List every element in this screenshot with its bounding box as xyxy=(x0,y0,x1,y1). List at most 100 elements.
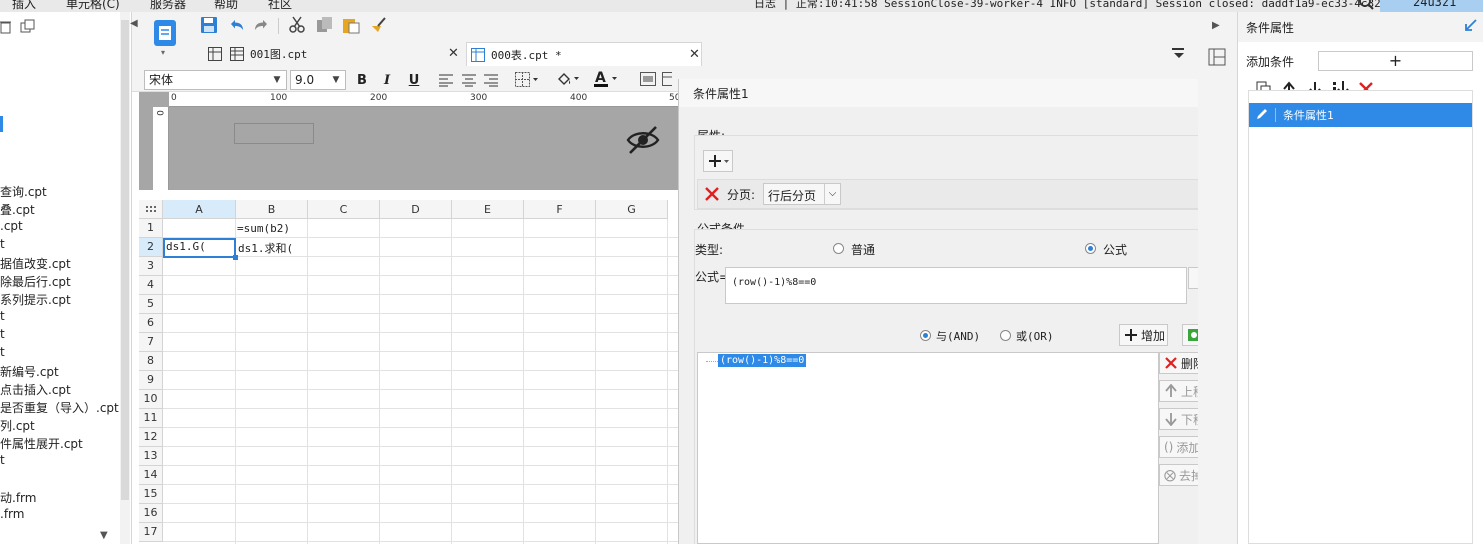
border-icon[interactable] xyxy=(515,72,539,88)
row-header[interactable]: 2 xyxy=(139,238,163,257)
row-header[interactable]: 13 xyxy=(139,447,163,466)
menu-insert[interactable]: 插入 xyxy=(12,0,36,12)
row-header[interactable]: 4 xyxy=(139,276,163,295)
row-header[interactable]: 1 xyxy=(139,219,163,238)
row-header[interactable]: 15 xyxy=(139,485,163,504)
scroll-down-icon[interactable]: ▼ xyxy=(100,530,108,541)
tree-item[interactable]: t xyxy=(0,453,5,467)
save-icon[interactable] xyxy=(200,16,218,34)
undo-icon[interactable] xyxy=(227,16,245,34)
bold-button[interactable]: B xyxy=(352,70,372,90)
tree-item[interactable]: 查询.cpt xyxy=(0,183,47,200)
row-header[interactable]: 11 xyxy=(139,409,163,428)
page-break-select[interactable]: 行后分页 ⌵ xyxy=(763,183,841,205)
condition-list[interactable]: (row()-1)%8==0 xyxy=(697,352,1159,544)
tree-item[interactable]: t xyxy=(0,345,5,359)
spreadsheet-grid[interactable]: ABCDEFG 1 2 3 4 5 6 7 8 9 10 11 12 13 14 15 16 17 =sum(b… xyxy=(139,200,678,544)
paste-icon[interactable] xyxy=(342,16,360,34)
row-header[interactable]: 8 xyxy=(139,352,163,371)
row-header[interactable]: 6 xyxy=(139,314,163,333)
row-header[interactable]: 17 xyxy=(139,523,163,542)
column-header[interactable]: D xyxy=(380,200,452,219)
radio-normal[interactable] xyxy=(833,243,844,254)
close-icon[interactable]: ✕ xyxy=(689,47,700,62)
tree-item[interactable]: 动.frm xyxy=(0,489,36,506)
menu-server[interactable]: 服务器 xyxy=(150,0,186,12)
tree-item[interactable]: .cpt xyxy=(0,219,23,233)
condition-item[interactable]: (row()-1)%8==0 xyxy=(718,354,807,367)
underline-button[interactable]: U xyxy=(404,70,424,90)
expand-icon[interactable] xyxy=(1464,18,1478,32)
font-family-select[interactable]: 宋体 ▼ xyxy=(144,70,287,90)
row-header[interactable]: 16 xyxy=(139,504,163,523)
fill-color-icon[interactable] xyxy=(556,71,580,87)
font-size-select[interactable]: 9.0 ▼ xyxy=(290,70,346,90)
radio-and[interactable] xyxy=(920,330,931,341)
template-icon[interactable]: ▾ xyxy=(151,18,179,58)
condition-item-selected[interactable]: 条件属性1 xyxy=(1249,103,1472,127)
column-header[interactable]: C xyxy=(308,200,380,219)
format-painter-icon[interactable] xyxy=(369,16,387,34)
tab-menu-icon[interactable] xyxy=(1172,46,1186,60)
align-center-icon[interactable] xyxy=(462,73,476,87)
row-header[interactable]: 9 xyxy=(139,371,163,390)
tree-item[interactable]: 点击插入.cpt xyxy=(0,381,71,398)
tree-item[interactable]: t xyxy=(0,237,5,251)
radio-formula[interactable] xyxy=(1085,243,1096,254)
cut-icon[interactable] xyxy=(288,16,306,34)
collapse-right-icon[interactable]: ▶ xyxy=(1212,20,1220,31)
collapse-left-icon[interactable]: ◀ xyxy=(130,18,138,29)
align-left-icon[interactable] xyxy=(439,73,453,87)
cell-b1[interactable]: =sum(b2) xyxy=(237,222,290,235)
row-header[interactable]: 14 xyxy=(139,466,163,485)
tree-item[interactable]: 件属性展开.cpt xyxy=(0,435,83,452)
row-header[interactable]: 3 xyxy=(139,257,163,276)
select-all-corner[interactable] xyxy=(139,200,163,219)
cell-b2[interactable]: ds1.求和( xyxy=(238,240,293,256)
edit-icon[interactable] xyxy=(1255,107,1269,121)
radio-or[interactable] xyxy=(1000,330,1011,341)
row-header[interactable]: 7 xyxy=(139,333,163,352)
tab-001[interactable]: 001图.cpt ✕ xyxy=(204,42,466,66)
menu-community[interactable]: 社区 xyxy=(268,0,292,12)
tree-item[interactable]: 系列提示.cpt xyxy=(0,291,71,308)
tree-item[interactable]: 列.cpt xyxy=(0,417,35,434)
panel-toggle-icon[interactable] xyxy=(1208,48,1226,66)
column-header[interactable]: G xyxy=(596,200,668,219)
column-header[interactable]: A xyxy=(163,200,236,219)
condition-list[interactable]: 条件属性1 xyxy=(1248,90,1473,544)
tree-item[interactable]: .frm xyxy=(0,507,24,521)
tree-item[interactable]: t xyxy=(0,327,5,341)
tree-item[interactable]: 新编号.cpt xyxy=(0,363,59,380)
font-color-icon[interactable]: A xyxy=(593,69,619,89)
fill-handle[interactable] xyxy=(233,255,238,260)
add-condition-button[interactable]: + xyxy=(1318,51,1473,71)
search-icon[interactable] xyxy=(1358,0,1374,10)
add-button[interactable]: 增加 xyxy=(1119,324,1168,346)
table-icon[interactable] xyxy=(662,72,672,86)
tree-item[interactable]: 据值改变.cpt xyxy=(0,255,71,272)
column-header[interactable]: E xyxy=(452,200,524,219)
row-header[interactable]: 10 xyxy=(139,390,163,409)
copy-icon[interactable] xyxy=(20,19,36,35)
tree-item[interactable]: 是否重复（导入）.cpt xyxy=(0,399,119,416)
widget-placeholder[interactable] xyxy=(234,123,314,144)
tree-scrollbar[interactable] xyxy=(120,12,130,544)
copy-icon[interactable] xyxy=(316,16,334,34)
align-right-icon[interactable] xyxy=(484,73,498,87)
tree-item[interactable]: t xyxy=(0,309,5,323)
menu-help[interactable]: 帮助 xyxy=(214,0,238,12)
redo-icon[interactable] xyxy=(253,16,271,34)
add-attribute-button[interactable] xyxy=(703,150,733,172)
delete-attribute-icon[interactable] xyxy=(703,185,721,203)
row-header[interactable]: 12 xyxy=(139,428,163,447)
formula-input[interactable]: (row()-1)%8==0 xyxy=(725,267,1187,304)
tree-item[interactable]: 叠.cpt xyxy=(0,201,35,218)
user-badge[interactable]: 24u3z1 xyxy=(1380,0,1483,12)
row-header[interactable]: 5 xyxy=(139,295,163,314)
merge-cells-icon[interactable] xyxy=(640,72,656,86)
column-header[interactable]: F xyxy=(524,200,596,219)
column-header[interactable]: B xyxy=(236,200,308,219)
italic-button[interactable]: I xyxy=(377,70,397,90)
menu-cell[interactable]: 单元格(C) xyxy=(66,0,120,12)
